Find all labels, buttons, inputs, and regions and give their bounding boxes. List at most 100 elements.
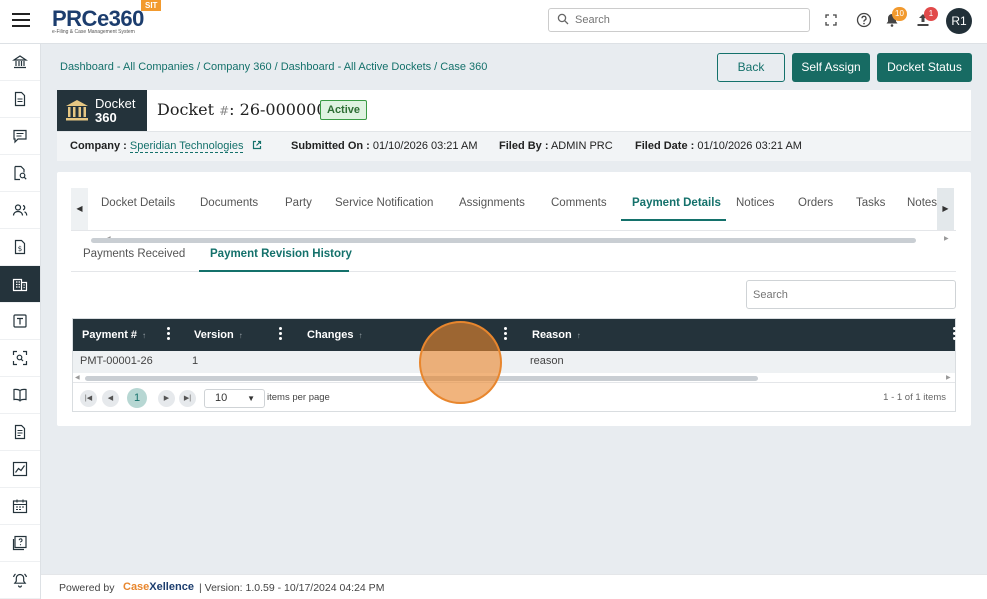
external-link-icon[interactable]	[252, 140, 262, 150]
sidebar-item-alerts[interactable]	[0, 562, 40, 599]
sort-icon[interactable]: ↑	[358, 331, 362, 340]
items-per-page-label: items per page	[267, 392, 330, 403]
subtab-payments-received[interactable]: Payments Received	[83, 248, 185, 260]
sidebar-item-messages[interactable]	[0, 118, 40, 155]
tab-party[interactable]: Party	[285, 197, 312, 209]
last-page-button[interactable]: ▶|	[179, 390, 196, 407]
self-assign-button[interactable]: Self Assign	[792, 53, 870, 82]
docket-title: Docket #: 26-0000001	[157, 100, 337, 119]
submitted-label: Submitted On :	[291, 140, 370, 152]
docket-header-card: Docket 360 Docket #: 26-0000001 Active	[57, 90, 971, 131]
grid-search-input[interactable]	[747, 281, 955, 308]
active-tab-indicator	[621, 219, 726, 221]
global-search-input[interactable]	[575, 11, 805, 29]
help-document-icon	[12, 535, 27, 551]
user-avatar[interactable]: R1	[946, 8, 972, 34]
subtab-payment-revision-history[interactable]: Payment Revision History	[210, 248, 352, 260]
svg-text:$: $	[18, 245, 22, 253]
tab-documents[interactable]: Documents	[200, 197, 258, 209]
page-size-value: 10	[215, 392, 228, 404]
grid-scrollbar-right-arrow[interactable]: ▶	[946, 374, 951, 381]
subtabs: Payments Received Payment Revision Histo…	[71, 242, 956, 272]
page-size-select[interactable]: 10 ▼	[204, 389, 265, 408]
filed-date-meta: Filed Date : 01/10/2026 03:21 AM	[635, 140, 802, 152]
filed-date-label: Filed Date :	[635, 140, 695, 152]
uploads-count-badge: 1	[924, 7, 938, 21]
back-button[interactable]: Back	[717, 53, 785, 82]
hamburger-menu-icon[interactable]	[12, 13, 30, 29]
breadcrumb[interactable]: Dashboard - All Companies / Company 360 …	[60, 61, 487, 73]
sidebar-item-scan[interactable]	[0, 340, 40, 377]
grid-header: Payment # ↑ Version ↑ Changes ↑ Reason ↑	[73, 319, 956, 351]
app-logo[interactable]: PRCe360 e-Filing & Case Management Syste…	[52, 6, 144, 35]
brand-part2: Xellence	[149, 581, 194, 593]
sidebar-item-analytics[interactable]	[0, 451, 40, 488]
sidebar-item-library[interactable]	[0, 377, 40, 414]
company-label: Company :	[70, 140, 127, 152]
column-menu-icon[interactable]	[167, 327, 170, 341]
cell-version: 1	[192, 355, 199, 367]
sidebar-item-companies[interactable]	[0, 266, 40, 303]
chat-icon	[13, 129, 27, 144]
sidebar: $	[0, 44, 41, 599]
tab-payment-details[interactable]: Payment Details	[632, 197, 721, 209]
tab-docket-details[interactable]: Docket Details	[101, 197, 175, 209]
column-header-version[interactable]: Version ↑	[194, 329, 243, 341]
sort-icon[interactable]: ↑	[239, 331, 243, 340]
document-icon	[14, 91, 26, 107]
docket-status-button[interactable]: Docket Status	[877, 53, 972, 82]
sidebar-item-institution[interactable]	[0, 44, 40, 81]
sort-icon[interactable]: ↑	[577, 331, 581, 340]
chart-icon	[12, 461, 28, 477]
page-number-button[interactable]: 1	[127, 388, 147, 408]
institution-icon	[12, 55, 28, 69]
grid-scrollbar-left-arrow[interactable]: ◀	[75, 374, 80, 381]
powered-by-label: Powered by	[59, 582, 115, 594]
sidebar-item-users[interactable]	[0, 192, 40, 229]
grid-search[interactable]	[746, 280, 956, 309]
sidebar-item-reports[interactable]	[0, 414, 40, 451]
chevron-down-icon: ▼	[247, 394, 255, 403]
sort-icon[interactable]: ↑	[142, 331, 146, 340]
column-menu-icon[interactable]	[953, 327, 956, 341]
sidebar-item-templates[interactable]	[0, 303, 40, 340]
help-icon[interactable]	[855, 11, 873, 29]
tab-comments[interactable]: Comments	[551, 197, 607, 209]
status-badge: Active	[320, 100, 368, 120]
tab-assignments[interactable]: Assignments	[459, 197, 525, 209]
tab-orders[interactable]: Orders	[798, 197, 833, 209]
column-header-payment[interactable]: Payment # ↑	[82, 329, 146, 341]
next-page-button[interactable]: ▶	[158, 390, 175, 407]
cell-payment-number: PMT-00001-26	[80, 355, 153, 367]
tab-notices[interactable]: Notices	[736, 197, 774, 209]
tabs-scroll-left-button[interactable]: ◀	[71, 188, 88, 230]
tabs-scroll-right-button[interactable]: ▶	[937, 188, 954, 230]
global-search[interactable]	[548, 8, 810, 32]
submitted-value: 01/10/2026 03:21 AM	[372, 140, 478, 152]
column-reason-label: Reason	[532, 329, 572, 341]
first-page-button[interactable]: |◀	[80, 390, 97, 407]
column-header-reason[interactable]: Reason ↑	[532, 329, 581, 341]
previous-page-button[interactable]: ◀	[102, 390, 119, 407]
column-changes-label: Changes	[307, 329, 354, 341]
sidebar-item-calendar[interactable]	[0, 488, 40, 525]
table-row[interactable]: PMT-00001-26 1 reason	[73, 351, 955, 373]
tab-tasks[interactable]: Tasks	[856, 197, 885, 209]
column-payment-label: Payment #	[82, 329, 138, 341]
sidebar-item-document-search[interactable]	[0, 155, 40, 192]
sidebar-item-help-docs[interactable]	[0, 525, 40, 562]
logo-tagline: e-Filing & Case Management System	[52, 29, 135, 35]
column-menu-icon[interactable]	[279, 327, 282, 341]
column-menu-icon[interactable]	[504, 327, 507, 341]
file-list-icon	[14, 424, 26, 440]
tabs-scrollbar-right-arrow[interactable]: ▶	[944, 235, 949, 242]
tab-service-notification[interactable]: Service Notification	[335, 197, 433, 209]
fullscreen-icon[interactable]	[822, 11, 840, 29]
column-version-label: Version	[194, 329, 234, 341]
sidebar-item-documents[interactable]	[0, 81, 40, 118]
tab-notes[interactable]: Notes	[907, 197, 937, 209]
company-link[interactable]: Speridian Technologies	[129, 140, 244, 153]
sidebar-item-payments[interactable]: $	[0, 229, 40, 266]
docket-title-hash: #	[219, 104, 230, 118]
column-header-changes[interactable]: Changes ↑	[307, 329, 362, 341]
